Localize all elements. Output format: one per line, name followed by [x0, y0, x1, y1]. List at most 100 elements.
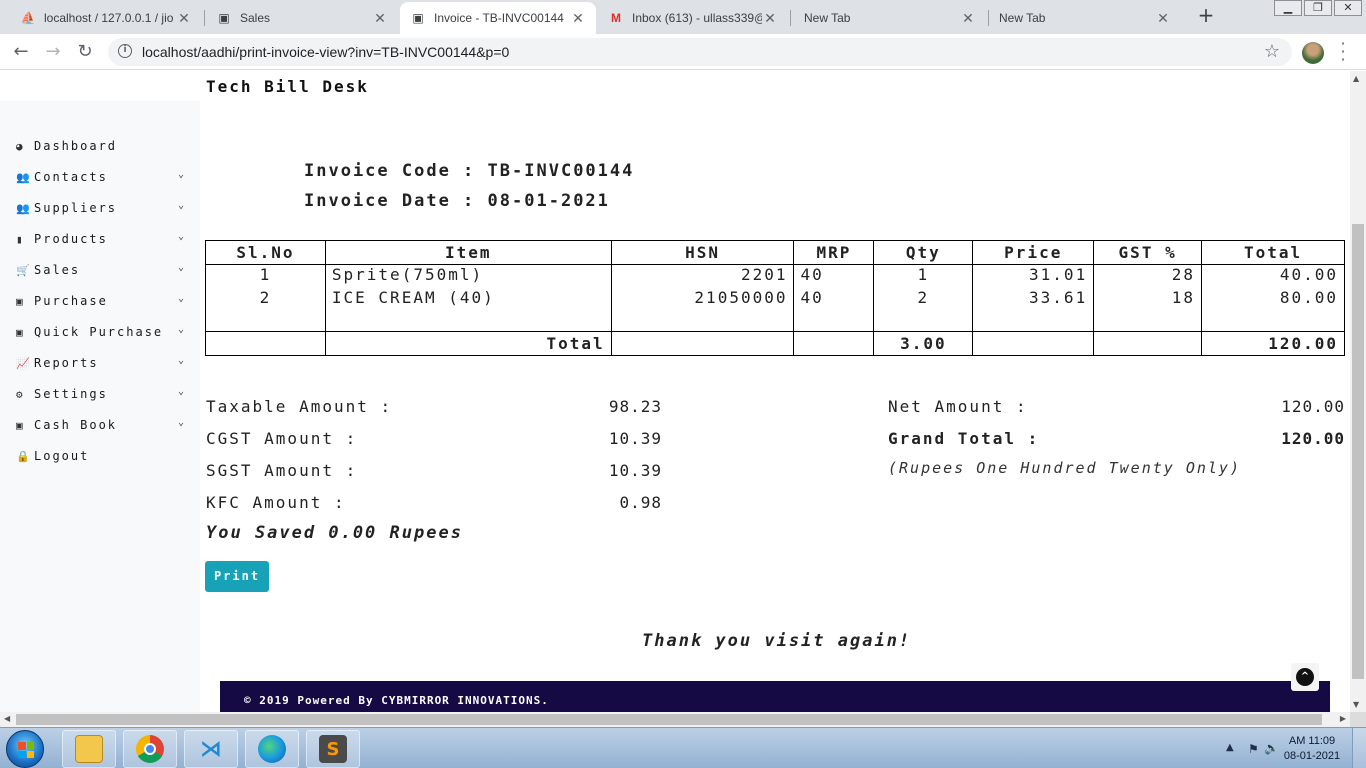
windows-logo-icon	[18, 742, 34, 758]
chevron-down-icon: ⌄	[177, 417, 184, 428]
vertical-scrollbar[interactable]: ▲ ▼	[1350, 71, 1366, 712]
taskbar-vscode[interactable]: ⋊	[184, 730, 238, 768]
sidebar-item-logout[interactable]: 🔒 Logout	[16, 446, 190, 466]
scrollbar-thumb[interactable]	[16, 714, 1322, 725]
sublime-text-icon: S	[319, 735, 347, 763]
new-tab-button[interactable]: +	[1196, 5, 1216, 26]
close-icon[interactable]: ✕	[1155, 10, 1171, 27]
cell-hsn: 21050000	[610, 287, 795, 311]
invoice-items-table: Sl.No Item HSN MRP Qty Price GST % Total…	[205, 240, 1345, 356]
sidebar-item-products[interactable]: ▮ Products ⌄	[16, 229, 190, 249]
sidebar-item-suppliers[interactable]: 👥 Suppliers ⌄	[16, 198, 190, 218]
sidebar-item-label: Cash Book	[34, 418, 118, 432]
tray-expand-icon[interactable]: ▲	[1226, 742, 1234, 753]
total-amount: 120.00	[1201, 331, 1345, 356]
sidebar-item-quick-purchase[interactable]: ▣ Quick Purchase ⌄	[16, 322, 190, 342]
address-bar[interactable]: i localhost/aadhi/print-invoice-view?inv…	[108, 38, 1292, 66]
cell-gst: 28	[1093, 264, 1203, 288]
sidebar-item-purchase[interactable]: ▣ Purchase ⌄	[16, 291, 190, 311]
scroll-up-arrow-icon[interactable]: ▲	[1353, 74, 1359, 83]
app-title: Tech Bill Desk	[206, 77, 369, 96]
sidebar-item-settings[interactable]: ⚙ Settings ⌄	[16, 384, 190, 404]
column-header: MRP	[793, 240, 875, 265]
cell-gst: 18	[1093, 287, 1203, 311]
scrollbar-thumb[interactable]	[1352, 224, 1364, 679]
chevron-down-icon: ⌄	[177, 355, 184, 366]
horizontal-scrollbar[interactable]: ◀ ▶	[0, 712, 1350, 727]
thank-you-message: Thank you visit again!	[642, 631, 912, 651]
tab-invoice[interactable]: ▣ Invoice - TB-INVC00144 ✕	[400, 2, 596, 34]
reload-icon[interactable]: ↻	[74, 41, 96, 63]
scroll-right-arrow-icon[interactable]: ▶	[1340, 714, 1346, 723]
volume-icon[interactable]: 🔈	[1264, 741, 1279, 755]
chevron-down-icon: ⌄	[177, 293, 184, 304]
taskbar-clock[interactable]: AM 11:09 08-01-2021	[1282, 734, 1342, 764]
forward-arrow-icon[interactable]: →	[42, 41, 64, 63]
cell-mrp: 40	[793, 287, 875, 311]
chevron-down-icon: ⌄	[177, 386, 184, 397]
column-header: Price	[972, 240, 1095, 265]
sidebar-item-reports[interactable]: 📈 Reports ⌄	[16, 353, 190, 373]
total-qty: 3.00	[873, 331, 974, 356]
maximize-button[interactable]: ❐	[1304, 0, 1332, 16]
column-header: HSN	[610, 240, 795, 265]
close-icon[interactable]: ✕	[762, 10, 778, 27]
tab-new-tab-2[interactable]: New Tab ✕	[989, 2, 1181, 34]
cell-item: Sprite(750ml)	[324, 264, 612, 288]
action-center-flag-icon[interactable]: ⚑	[1248, 742, 1259, 756]
start-button[interactable]	[6, 730, 44, 768]
show-desktop-button[interactable]	[1352, 728, 1366, 768]
footer-text: © 2019 Powered By CYBMIRROR INNOVATIONS.	[244, 694, 549, 707]
tab-title: New Tab	[804, 11, 851, 25]
table-row: 1 Sprite(750ml) 2201 40 1 31.01 28 40.00	[205, 264, 1345, 288]
users-icon: 👥	[16, 170, 30, 184]
menu-kebab-icon[interactable]: · · ·	[1338, 36, 1348, 68]
sidebar-item-contacts[interactable]: 👥 Contacts ⌄	[16, 167, 190, 187]
column-header: Sl.No	[205, 240, 326, 265]
close-icon[interactable]: ✕	[176, 10, 192, 27]
net-amount-value: 120.00	[1281, 397, 1345, 416]
back-arrow-icon[interactable]: ←	[10, 41, 32, 63]
table-spacer-row	[205, 310, 1345, 332]
cell-price: 33.61	[972, 287, 1095, 311]
sidebar-item-sales[interactable]: 🛒 Sales ⌄	[16, 260, 190, 280]
close-icon[interactable]: ✕	[372, 10, 388, 27]
close-icon[interactable]: ✕	[960, 10, 976, 27]
sidebar-item-label: Suppliers	[34, 201, 118, 215]
bookmark-star-icon[interactable]: ☆	[1264, 41, 1280, 62]
chevron-down-icon: ⌄	[177, 324, 184, 335]
taskbar-sublime-text[interactable]: S	[306, 730, 360, 768]
profile-avatar[interactable]	[1302, 42, 1324, 64]
scroll-to-top-button[interactable]: ^	[1291, 663, 1319, 691]
taxable-amount-label: Taxable Amount :	[206, 397, 393, 416]
sgst-amount-value: 10.39	[608, 461, 662, 480]
url-text[interactable]: localhost/aadhi/print-invoice-view?inv=T…	[142, 44, 509, 60]
sidebar-item-label: Logout	[34, 449, 90, 463]
chevron-down-icon: ⌄	[177, 169, 184, 180]
gmail-icon: M	[611, 11, 621, 25]
cgst-amount-value: 10.39	[608, 429, 662, 448]
info-icon[interactable]: i	[118, 44, 132, 58]
taskbar-chrome[interactable]	[123, 730, 177, 768]
close-icon[interactable]: ✕	[570, 10, 586, 27]
tab-new-tab-1[interactable]: New Tab ✕	[794, 2, 986, 34]
scrollbar-corner	[1350, 712, 1366, 727]
column-header: Qty	[873, 240, 974, 265]
print-button[interactable]: Print	[205, 561, 269, 592]
sidebar-item-cash-book[interactable]: ▣ Cash Book ⌄	[16, 415, 190, 435]
tab-separator	[204, 10, 205, 26]
windows-taskbar: ⋊ S ▲ ⚑ 🔈 AM 11:09 08-01-2021	[0, 727, 1366, 768]
window-controls: ▁ ❐ ✕	[1272, 0, 1362, 16]
minimize-button[interactable]: ▁	[1274, 0, 1302, 16]
money-icon: ▣	[16, 325, 23, 339]
tab-phpmyadmin[interactable]: ⛵ localhost / 127.0.0.1 / jio ✕	[10, 2, 202, 34]
tab-gmail[interactable]: M Inbox (613) - ullass339@ ✕	[598, 2, 788, 34]
sidebar-item-dashboard[interactable]: ◕ Dashboard	[16, 136, 190, 156]
scroll-left-arrow-icon[interactable]: ◀	[4, 714, 10, 723]
scroll-down-arrow-icon[interactable]: ▼	[1353, 700, 1359, 709]
net-amount-label: Net Amount :	[888, 397, 1028, 416]
tab-sales[interactable]: ▣ Sales ✕	[206, 2, 398, 34]
taskbar-file-explorer[interactable]	[62, 730, 116, 768]
taskbar-edge[interactable]	[245, 730, 299, 768]
close-window-button[interactable]: ✕	[1334, 0, 1362, 16]
